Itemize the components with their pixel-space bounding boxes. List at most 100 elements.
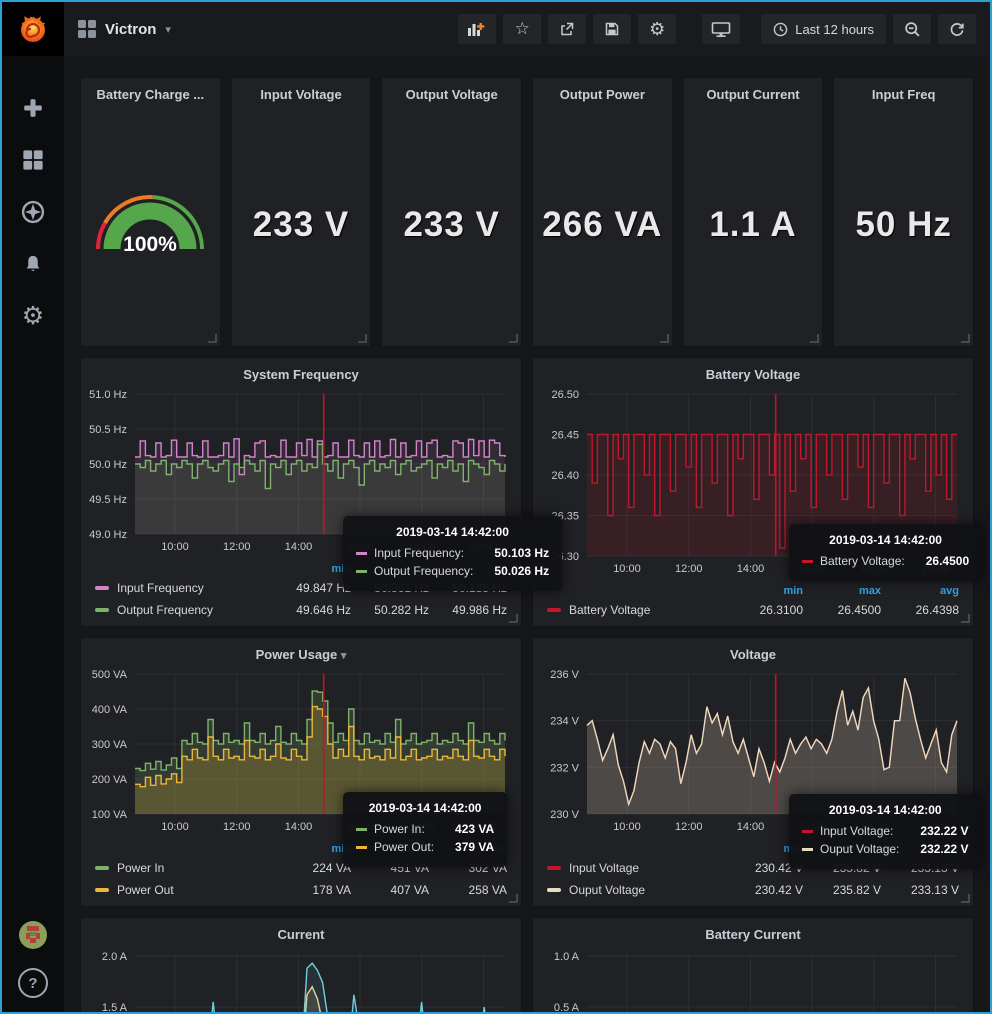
panel-resize-handle[interactable] bbox=[961, 614, 970, 623]
dashboard-canvas: Battery Charge ... 100% Input Voltage 23… bbox=[64, 56, 990, 1014]
panel-resize-handle[interactable] bbox=[208, 334, 217, 343]
x-tick-label: 12:00 bbox=[675, 821, 703, 833]
y-tick-label: 49.0 Hz bbox=[89, 529, 127, 541]
legend-header-cell[interactable]: min bbox=[273, 563, 351, 575]
refresh-icon bbox=[949, 21, 965, 37]
panel-resize-handle[interactable] bbox=[660, 334, 669, 343]
panel-title[interactable]: System Frequency bbox=[81, 358, 521, 384]
chart-tooltip: 2019-03-14 14:42:00Input Voltage:232.22 … bbox=[789, 794, 981, 869]
stat-panels-row: Battery Charge ... 100% Input Voltage 23… bbox=[80, 77, 974, 347]
panel-resize-handle[interactable] bbox=[509, 334, 518, 343]
y-tick-label: 100 VA bbox=[92, 809, 128, 821]
configuration-gear-icon[interactable]: ⚙ bbox=[19, 302, 47, 330]
x-tick-label: 14:00 bbox=[285, 541, 313, 553]
settings-gear-button[interactable]: ⚙ bbox=[638, 14, 676, 44]
legend-header-cell[interactable]: min bbox=[725, 585, 803, 597]
legend-value: 49.847 Hz bbox=[273, 581, 351, 595]
panel-title-caret-icon[interactable]: ▾ bbox=[341, 650, 347, 662]
tooltip-swatch bbox=[802, 560, 813, 563]
panel-resize-handle[interactable] bbox=[961, 894, 970, 903]
legend-value: 49.986 Hz bbox=[429, 603, 507, 617]
explore-icon[interactable] bbox=[19, 198, 47, 226]
y-tick-label: 50.5 Hz bbox=[89, 424, 127, 436]
x-tick-label: 12:00 bbox=[223, 541, 251, 553]
help-icon[interactable]: ? bbox=[18, 968, 48, 998]
panel-title[interactable]: Battery Voltage bbox=[533, 358, 973, 384]
voltage-chart[interactable]: 236 V234 V232 V230 V10:0012:0014:0016:00… bbox=[533, 664, 973, 841]
panel-title[interactable]: Input Freq bbox=[834, 78, 973, 104]
grafana-logo[interactable] bbox=[2, 2, 64, 56]
panel-title[interactable]: Voltage bbox=[533, 638, 973, 664]
user-avatar[interactable] bbox=[19, 921, 47, 954]
current-chart[interactable]: 2.0 A1.5 A1.0 A0.5 A10:0012:0014:0016:00… bbox=[81, 944, 521, 1014]
dashboard-picker[interactable]: Victron ▾ bbox=[78, 20, 171, 38]
grafana-window: ⚙ ? Victron ▾ ☆ ⚙ bbox=[0, 0, 992, 1014]
panel-resize-handle[interactable] bbox=[358, 334, 367, 343]
plot-area[interactable]: 1.0 A0.5 A0 A10:0012:0014:0016:0018:0020… bbox=[533, 944, 973, 1014]
legend-swatch bbox=[547, 866, 561, 870]
x-tick-label: 10:00 bbox=[161, 541, 189, 553]
battery-voltage-chart[interactable]: 26.5026.4526.4026.3526.3010:0012:0014:00… bbox=[533, 384, 973, 583]
x-tick-label: 10:00 bbox=[613, 563, 641, 575]
panel-title[interactable]: Output Current bbox=[684, 78, 823, 104]
legend-series-name[interactable]: Power In bbox=[117, 861, 164, 875]
create-icon[interactable] bbox=[19, 94, 47, 122]
panel-resize-handle[interactable] bbox=[509, 894, 518, 903]
legend-header: minmaxavg bbox=[547, 582, 959, 599]
share-dashboard-button[interactable] bbox=[548, 14, 586, 44]
plot-area[interactable]: 2.0 A1.5 A1.0 A0.5 A10:0012:0014:0016:00… bbox=[81, 944, 521, 1014]
legend-item[interactable]: Power Out178 VA407 VA258 VA bbox=[95, 879, 507, 901]
panel-title[interactable]: Battery Current bbox=[533, 918, 973, 944]
legend-header-cell[interactable]: min bbox=[273, 843, 351, 855]
legend-item[interactable]: Output Frequency49.646 Hz50.282 Hz49.986… bbox=[95, 599, 507, 621]
panel-title[interactable]: Output Voltage bbox=[382, 78, 521, 104]
dashboard-grid-icon bbox=[78, 20, 96, 38]
panel-resize-handle[interactable] bbox=[509, 614, 518, 623]
legend-series-name[interactable]: Ouput Voltage bbox=[569, 883, 645, 897]
panel-title[interactable]: Battery Charge ... bbox=[81, 78, 220, 104]
legend-value: 50.282 Hz bbox=[351, 603, 429, 617]
legend-series-name[interactable]: Power Out bbox=[117, 883, 174, 897]
refresh-button[interactable] bbox=[938, 14, 976, 44]
panel-title[interactable]: Output Power bbox=[533, 78, 672, 104]
clock-icon bbox=[773, 22, 788, 37]
legend-series-name[interactable]: Output Frequency bbox=[117, 603, 213, 617]
legend-swatch bbox=[95, 608, 109, 612]
y-tick-label: 50.0 Hz bbox=[89, 459, 127, 471]
chart-tooltip: 2019-03-14 14:42:00Power In:423 VAPower … bbox=[343, 792, 507, 867]
panel-title[interactable]: Current bbox=[81, 918, 521, 944]
system-frequency-chart[interactable]: 51.0 Hz50.5 Hz50.0 Hz49.5 Hz49.0 Hz10:00… bbox=[81, 384, 521, 561]
dashboards-icon[interactable] bbox=[19, 146, 47, 174]
stat-value: 266 VA bbox=[533, 104, 672, 346]
legend-value: 26.3100 bbox=[725, 603, 803, 617]
panel-battery-current: Battery Current 1.0 A0.5 A0 A10:0012:001… bbox=[532, 917, 974, 1014]
legend-series-name[interactable]: Input Voltage bbox=[569, 861, 639, 875]
tooltip-swatch bbox=[356, 552, 367, 555]
panel-resize-handle[interactable] bbox=[810, 334, 819, 343]
add-panel-button[interactable] bbox=[458, 14, 496, 44]
y-tick-label: 1.0 A bbox=[554, 951, 580, 963]
save-dashboard-button[interactable] bbox=[593, 14, 631, 44]
panel-battery-charge: Battery Charge ... 100% bbox=[80, 77, 221, 347]
time-range-picker[interactable]: Last 12 hours bbox=[761, 14, 886, 44]
legend-series-name[interactable]: Input Frequency bbox=[117, 581, 204, 595]
cycle-view-tv-button[interactable] bbox=[702, 14, 740, 44]
panel-resize-handle[interactable] bbox=[961, 334, 970, 343]
panel-title[interactable]: Input Voltage bbox=[232, 78, 371, 104]
y-tick-label: 236 V bbox=[550, 669, 579, 681]
dashboard-title[interactable]: Victron bbox=[105, 21, 156, 38]
alerting-bell-icon[interactable] bbox=[19, 250, 47, 278]
star-dashboard-button[interactable]: ☆ bbox=[503, 14, 541, 44]
zoom-out-button[interactable] bbox=[893, 14, 931, 44]
power-usage-chart[interactable]: 500 VA400 VA300 VA200 VA100 VA10:0012:00… bbox=[81, 664, 521, 841]
legend-header-cell[interactable]: max bbox=[803, 585, 881, 597]
panel-battery-voltage: Battery Voltage 26.5026.4526.4026.3526.3… bbox=[532, 357, 974, 627]
tooltip-swatch bbox=[356, 828, 367, 831]
x-tick-label: 12:00 bbox=[675, 563, 703, 575]
legend-item[interactable]: Ouput Voltage230.42 V235.82 V233.13 V bbox=[547, 879, 959, 901]
legend-item[interactable]: Battery Voltage26.310026.450026.4398 bbox=[547, 599, 959, 621]
legend-header-cell[interactable]: avg bbox=[881, 585, 959, 597]
panel-title[interactable]: Power Usage ▾ bbox=[81, 638, 521, 664]
legend-series-name[interactable]: Battery Voltage bbox=[569, 603, 650, 617]
battery-current-chart[interactable]: 1.0 A0.5 A0 A10:0012:0014:0016:0018:0020… bbox=[533, 944, 973, 1014]
